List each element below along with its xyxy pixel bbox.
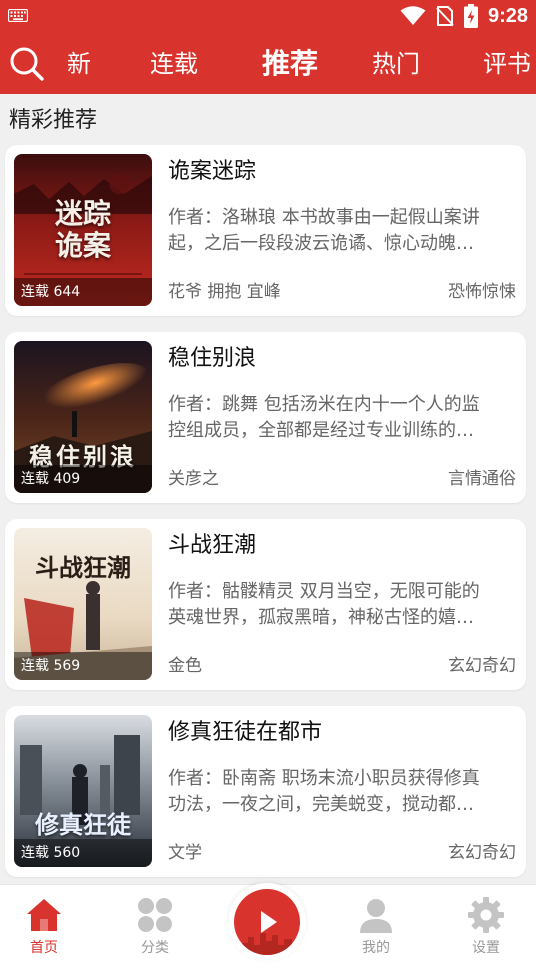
- book-card[interactable]: 斗战狂潮 连载 569 斗战狂潮 作者：骷髅精灵 双月当空，无限可能的 英魂世界…: [5, 519, 526, 690]
- status-bar: 9:28: [0, 0, 536, 32]
- description-line: 控组成员，全部都是经过专业训练的…: [168, 420, 474, 441]
- book-cover[interactable]: 迷踪 诡案 连载 644: [14, 154, 152, 306]
- nav-home[interactable]: 首页: [4, 895, 84, 957]
- nav-mine[interactable]: 我的: [336, 895, 416, 957]
- cover-title: 修真狂徒: [35, 810, 131, 839]
- book-title: 诡案迷踪: [168, 159, 257, 184]
- home-icon: [27, 899, 61, 931]
- nav-mine-label: 我的: [362, 940, 390, 956]
- tab-storytelling[interactable]: 评书: [483, 46, 531, 82]
- book-title: 斗战狂潮: [168, 533, 257, 558]
- book-tags: 文学: [168, 843, 202, 863]
- play-button[interactable]: [228, 883, 306, 961]
- play-icon: [242, 911, 292, 955]
- book-description: 作者：跳舞 包括汤米在内十一个人的监 控组成员，全部都是经过专业训练的…: [168, 392, 516, 444]
- description-line: 功法，一夜之间，完美蜕变，搅动都…: [168, 794, 474, 815]
- grid-icon: [138, 898, 172, 932]
- status-badge: 连载 409: [14, 465, 152, 493]
- book-tags: 花爷 拥抱 宜峰: [168, 282, 281, 302]
- book-card[interactable]: 修真狂徒 连载 560 修真狂徒在都市 作者：卧南斋 职场末流小职员获得修真 功…: [5, 706, 526, 877]
- book-genre: 恐怖惊悚: [448, 282, 516, 302]
- book-genre: 言情通俗: [448, 469, 516, 489]
- keyboard-icon: [8, 9, 28, 22]
- tab-hot[interactable]: 热门: [372, 46, 420, 82]
- book-card[interactable]: 稳住别浪 连载 409 稳住别浪 作者：跳舞 包括汤米在内十一个人的监 控组成员…: [5, 332, 526, 503]
- battery-charging-icon: [463, 4, 478, 28]
- book-description: 作者：卧南斋 职场末流小职员获得修真 功法，一夜之间，完美蜕变，搅动都…: [168, 766, 516, 818]
- tab-recommend[interactable]: 推荐: [262, 44, 318, 84]
- book-title: 稳住别浪: [168, 346, 257, 371]
- book-genre: 玄幻奇幻: [448, 656, 516, 676]
- book-cover[interactable]: 修真狂徒 连载 560: [14, 715, 152, 867]
- search-icon[interactable]: [9, 46, 45, 82]
- book-title: 修真狂徒在都市: [168, 720, 323, 745]
- person-icon: [360, 899, 392, 933]
- status-badge: 连载 560: [14, 839, 152, 867]
- book-cover[interactable]: 稳住别浪 连载 409: [14, 341, 152, 493]
- book-tags: 关彦之: [168, 469, 219, 489]
- description-line: 作者：骷髅精灵 双月当空，无限可能的: [168, 581, 480, 602]
- clock-time: 9:28: [487, 4, 528, 27]
- tab-serial[interactable]: 连载: [150, 46, 198, 82]
- nav-settings-label: 设置: [472, 940, 500, 956]
- cover-title: 斗战狂潮: [35, 553, 131, 582]
- book-card[interactable]: 迷踪 诡案 连载 644 诡案迷踪 作者：洛琳琅 本书故事由一起假山案讲 起，之后…: [5, 145, 526, 316]
- gear-icon: [468, 897, 504, 933]
- description-line: 作者：跳舞 包括汤米在内十一个人的监: [168, 394, 480, 415]
- play-button-core: [234, 889, 300, 955]
- book-cover[interactable]: 斗战狂潮 连载 569: [14, 528, 152, 680]
- description-line: 作者：卧南斋 职场末流小职员获得修真: [168, 768, 480, 789]
- cover-title: 迷踪 诡案: [54, 197, 111, 262]
- nav-home-label: 首页: [30, 940, 58, 956]
- top-nav: 新 连载 推荐 热门 评书: [0, 32, 536, 94]
- nav-settings[interactable]: 设置: [446, 895, 526, 957]
- description-line: 作者：洛琳琅 本书故事由一起假山案讲: [168, 207, 480, 228]
- book-genre: 玄幻奇幻: [448, 843, 516, 863]
- nav-category-label: 分类: [141, 940, 169, 956]
- description-line: 起，之后一段段波云诡谲、惊心动魄…: [168, 233, 474, 254]
- tab-latest-label: 新: [67, 50, 91, 78]
- book-description: 作者：骷髅精灵 双月当空，无限可能的 英魂世界，孤寂黑暗，神秘古怪的嬉…: [168, 579, 516, 631]
- no-sim-icon: [436, 6, 454, 26]
- wifi-icon: [400, 6, 426, 25]
- book-tags: 金色: [168, 656, 202, 676]
- description-line: 英魂世界，孤寂黑暗，神秘古怪的嬉…: [168, 607, 474, 628]
- bottom-nav: 首页 分类 我的 设置: [0, 883, 536, 980]
- tab-latest[interactable]: 新: [57, 46, 91, 82]
- section-title: 精彩推荐: [9, 108, 98, 133]
- status-badge: 连载 644: [14, 278, 152, 306]
- nav-category[interactable]: 分类: [115, 895, 195, 957]
- status-badge: 连载 569: [14, 652, 152, 680]
- book-description: 作者：洛琳琅 本书故事由一起假山案讲 起，之后一段段波云诡谲、惊心动魄…: [168, 205, 516, 257]
